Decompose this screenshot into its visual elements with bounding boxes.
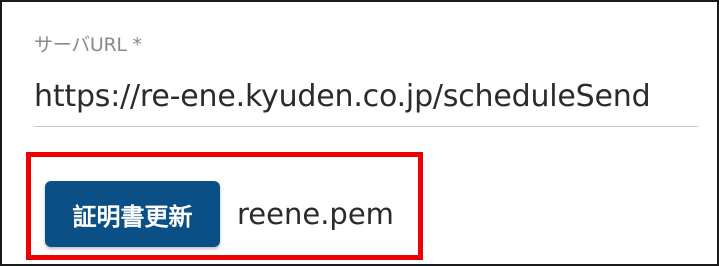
server-url-input[interactable]: https://re-ene.kyuden.co.jp/scheduleSend xyxy=(34,68,698,127)
server-url-label: サーバURL * xyxy=(34,34,142,56)
server-url-value: https://re-ene.kyuden.co.jp/scheduleSend xyxy=(34,79,651,114)
renew-certificate-button[interactable]: 証明書更新 xyxy=(45,181,220,247)
certificate-file-name: reene.pem xyxy=(237,197,394,231)
